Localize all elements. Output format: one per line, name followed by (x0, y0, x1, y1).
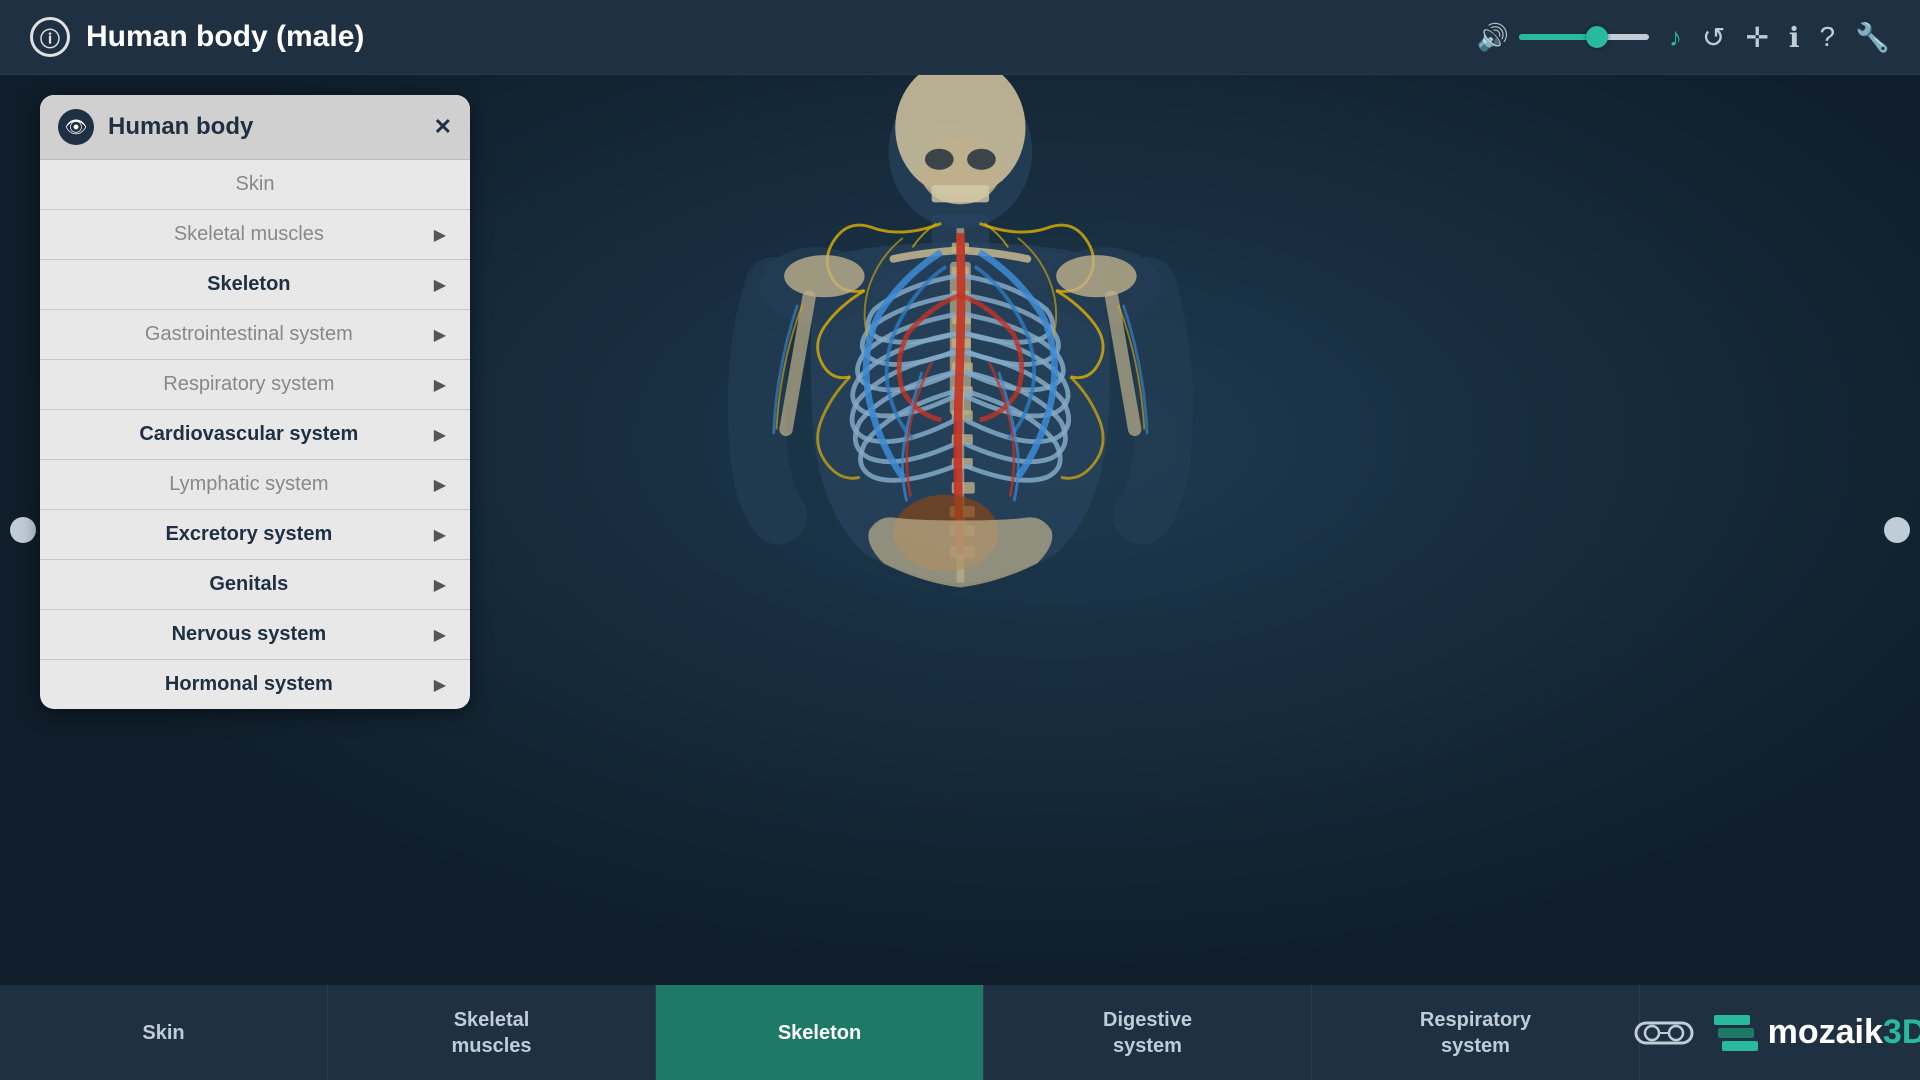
tab-label-line1: Skeleton (778, 1021, 861, 1045)
menu-item-label: Gastrointestinal system (64, 323, 434, 346)
tab-label-line2: system (1113, 1034, 1182, 1058)
header-info-icon[interactable]: ⓘ (30, 17, 70, 57)
info-icon[interactable]: ℹ (1789, 21, 1800, 54)
bottom-navigation: SkinSkeletalmusclesSkeletonDigestivesyst… (0, 985, 1920, 1080)
menu-item-label: Cardiovascular system (64, 423, 434, 446)
menu-item-skin[interactable]: Skin (40, 160, 470, 210)
volume-control[interactable]: 🔊 (1477, 22, 1649, 53)
menu-item-label: Excretory system (64, 523, 434, 546)
menu-item-excretory-system[interactable]: Excretory system▶ (40, 510, 470, 560)
main-content: 👁 Human body ✕ SkinSkeletal muscles▶Skel… (0, 75, 1920, 985)
panel-title: Human body (108, 113, 420, 141)
human-body-3d (673, 75, 1248, 985)
app-title: Human body (male) (86, 20, 364, 54)
menu-item-respiratory-system[interactable]: Respiratory system▶ (40, 360, 470, 410)
bottom-tab-digestive[interactable]: Digestivesystem (984, 985, 1312, 1080)
menu-item-nervous-system[interactable]: Nervous system▶ (40, 610, 470, 660)
menu-item-label: Nervous system (64, 623, 434, 646)
panel-header: 👁 Human body ✕ (40, 95, 470, 160)
volume-slider[interactable] (1519, 34, 1649, 40)
panel-close-button[interactable]: ✕ (434, 114, 452, 140)
menu-item-genitals[interactable]: Genitals▶ (40, 560, 470, 610)
right-nav-dot[interactable] (1884, 517, 1910, 543)
body-systems-panel: 👁 Human body ✕ SkinSkeletal muscles▶Skel… (40, 95, 470, 709)
chevron-right-icon: ▶ (434, 625, 446, 645)
chevron-right-icon: ▶ (434, 325, 446, 345)
brand-area: mozaik3D (1640, 985, 1920, 1080)
panel-eye-icon[interactable]: 👁 (58, 109, 94, 145)
bottom-tab-respiratory[interactable]: Respiratorysystem (1312, 985, 1640, 1080)
menu-item-cardiovascular-system[interactable]: Cardiovascular system▶ (40, 410, 470, 460)
chevron-right-icon: ▶ (434, 425, 446, 445)
brand-name: mozaik3D (1768, 1013, 1920, 1052)
menu-item-label: Lymphatic system (64, 473, 434, 496)
header-controls: 🔊 ♪ ↺ ✛ ℹ ? 🔧 (1477, 21, 1890, 54)
settings-icon[interactable]: 🔧 (1855, 21, 1890, 54)
menu-item-hormonal-system[interactable]: Hormonal system▶ (40, 660, 470, 709)
left-nav-dot[interactable] (10, 517, 36, 543)
header: ⓘ Human body (male) 🔊 ♪ ↺ ✛ ℹ ? 🔧 (0, 0, 1920, 75)
mozaik-icon (1718, 1015, 1754, 1051)
help-icon[interactable]: ? (1820, 21, 1836, 53)
tab-label-line1: Digestive (1103, 1008, 1192, 1032)
chevron-right-icon: ▶ (434, 575, 446, 595)
bottom-tab-skin[interactable]: Skin (0, 985, 328, 1080)
vr-icon[interactable] (1634, 1015, 1694, 1051)
menu-item-label: Skeletal muscles (64, 223, 434, 246)
volume-thumb (1586, 26, 1608, 48)
chevron-right-icon: ▶ (434, 525, 446, 545)
tab-label-line1: Respiratory (1420, 1008, 1531, 1032)
chevron-right-icon: ▶ (434, 375, 446, 395)
music-icon[interactable]: ♪ (1669, 22, 1682, 53)
menu-item-label: Skin (64, 173, 446, 196)
chevron-right-icon: ▶ (434, 275, 446, 295)
bottom-tab-skeletal[interactable]: Skeletalmuscles (328, 985, 656, 1080)
menu-item-lymphatic-system[interactable]: Lymphatic system▶ (40, 460, 470, 510)
panel-menu: SkinSkeletal muscles▶Skeleton▶Gastrointe… (40, 160, 470, 709)
header-left: ⓘ Human body (male) (30, 17, 364, 57)
menu-item-label: Respiratory system (64, 373, 434, 396)
menu-item-label: Genitals (64, 573, 434, 596)
menu-item-skeletal-muscles[interactable]: Skeletal muscles▶ (40, 210, 470, 260)
refresh-icon[interactable]: ↺ (1702, 21, 1725, 54)
volume-icon[interactable]: 🔊 (1477, 22, 1509, 53)
bottom-tab-skeleton[interactable]: Skeleton (656, 985, 984, 1080)
tab-label-line1: Skeletal (454, 1008, 530, 1032)
chevron-right-icon: ▶ (434, 225, 446, 245)
menu-item-gastrointestinal-system[interactable]: Gastrointestinal system▶ (40, 310, 470, 360)
tab-label-line2: muscles (451, 1034, 531, 1058)
menu-item-label: Skeleton (64, 273, 434, 296)
chevron-right-icon: ▶ (434, 675, 446, 695)
tab-label-line1: Skin (142, 1021, 184, 1045)
tab-label-line2: system (1441, 1034, 1510, 1058)
move-icon[interactable]: ✛ (1745, 21, 1768, 54)
chevron-right-icon: ▶ (434, 475, 446, 495)
bottom-tabs: SkinSkeletalmusclesSkeletonDigestivesyst… (0, 985, 1640, 1080)
menu-item-label: Hormonal system (64, 673, 434, 696)
menu-item-skeleton[interactable]: Skeleton▶ (40, 260, 470, 310)
